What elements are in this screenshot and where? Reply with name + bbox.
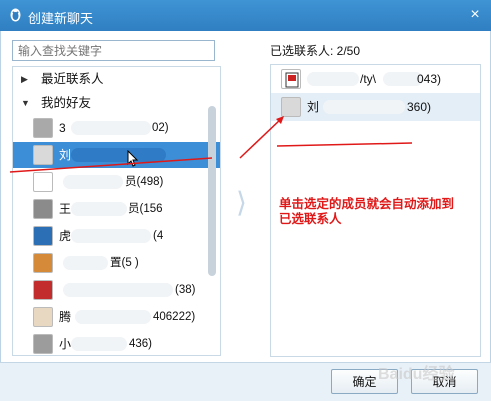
underline-selected-panel bbox=[276, 142, 413, 147]
watermark: Baidu经验 bbox=[378, 366, 455, 383]
underline-selected-contact bbox=[9, 157, 213, 173]
annotation-overlay bbox=[9, 116, 413, 173]
annotation-arrow bbox=[239, 117, 283, 159]
